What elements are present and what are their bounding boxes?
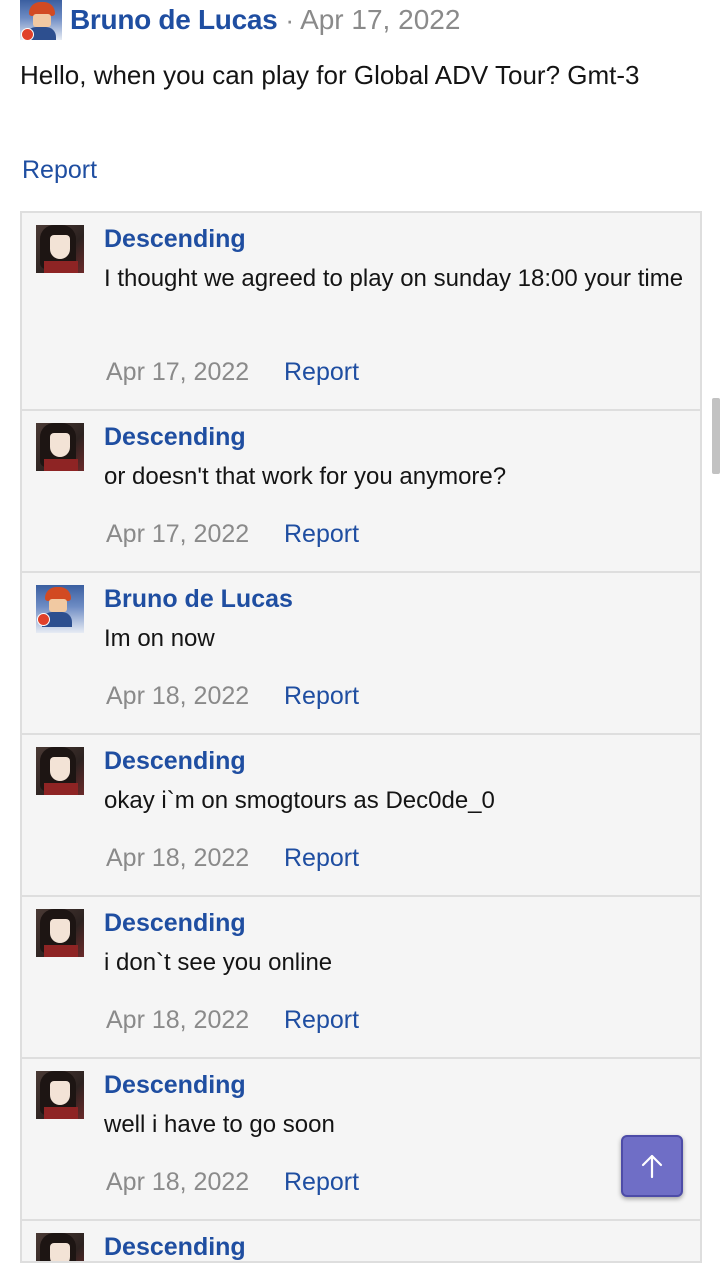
reply-report-link[interactable]: Report [284, 1168, 359, 1197]
reply-item: Descending okay i`m on smogtours as Dec0… [22, 735, 700, 897]
reply-meta: Apr 17, 2022 Report [106, 520, 359, 549]
reply-report-link[interactable]: Report [284, 682, 359, 711]
reply-text: or doesn't that work for you anymore? [104, 463, 507, 490]
reply-date[interactable]: Apr 18, 2022 [106, 1168, 284, 1197]
reply-date[interactable]: Apr 18, 2022 [106, 682, 284, 711]
reply-report-link[interactable]: Report [284, 1006, 359, 1035]
reply-author-link[interactable]: Descending [104, 225, 246, 254]
reply-meta: Apr 18, 2022 Report [106, 1006, 359, 1035]
report-link[interactable]: Report [22, 156, 97, 185]
avatar[interactable] [36, 423, 84, 471]
reply-text: i don`t see you online [104, 949, 333, 976]
reply-author-link[interactable]: Descending [104, 1233, 246, 1261]
avatar[interactable] [36, 225, 84, 273]
reply-date[interactable]: Apr 17, 2022 [106, 358, 284, 387]
reply-meta: Apr 17, 2022 Report [106, 358, 359, 387]
post-header: Bruno de Lucas · Apr 17, 2022 [20, 0, 700, 40]
post-author-link[interactable]: Bruno de Lucas [70, 4, 278, 36]
reply-date[interactable]: Apr 18, 2022 [106, 1006, 284, 1035]
reply-item: Bruno de Lucas Im on now Apr 18, 2022 Re… [22, 573, 700, 735]
reply-report-link[interactable]: Report [284, 844, 359, 873]
avatar[interactable] [36, 1071, 84, 1119]
reply-meta: Apr 18, 2022 Report [106, 1168, 359, 1197]
post-date[interactable]: Apr 17, 2022 [300, 4, 460, 36]
reply-author-link[interactable]: Bruno de Lucas [104, 585, 293, 614]
separator: · [285, 4, 295, 35]
avatar[interactable] [36, 747, 84, 795]
reply-report-link[interactable]: Report [284, 358, 359, 387]
reply-meta: Apr 18, 2022 Report [106, 682, 359, 711]
arrow-up-icon [641, 1154, 663, 1179]
reply-text: I thought we agreed to play on sunday 18… [104, 265, 684, 292]
reply-author-link[interactable]: Descending [104, 909, 246, 938]
reply-item: Descending or doesn't that work for you … [22, 411, 700, 573]
avatar[interactable] [36, 909, 84, 957]
reply-text: well i have to go soon [104, 1111, 335, 1138]
reply-text: okay i`m on smogtours as Dec0de_0 [104, 787, 495, 814]
reply-author-link[interactable]: Descending [104, 747, 246, 776]
reply-author-link[interactable]: Descending [104, 423, 246, 452]
avatar[interactable] [36, 585, 84, 633]
reply-author-link[interactable]: Descending [104, 1071, 246, 1100]
reply-meta: Apr 18, 2022 Report [106, 844, 359, 873]
reply-item: Descending i don`t see you online Apr 18… [22, 897, 700, 1059]
avatar[interactable] [36, 1233, 84, 1261]
post-message: Hello, when you can play for Global ADV … [20, 60, 640, 90]
reply-item: Descending I thought we agreed to play o… [22, 213, 700, 411]
reply-item: Descending well i have to go soon Apr 18… [22, 1059, 700, 1221]
reply-date[interactable]: Apr 18, 2022 [106, 844, 284, 873]
reply-thread: Descending I thought we agreed to play o… [20, 211, 702, 1263]
reply-date[interactable]: Apr 17, 2022 [106, 520, 284, 549]
avatar[interactable] [20, 0, 62, 40]
reply-report-link[interactable]: Report [284, 520, 359, 549]
scrollbar-thumb[interactable] [712, 398, 720, 474]
reply-text: Im on now [104, 625, 215, 652]
reply-item: Descending [22, 1221, 700, 1263]
scroll-to-top-button[interactable] [621, 1135, 683, 1197]
